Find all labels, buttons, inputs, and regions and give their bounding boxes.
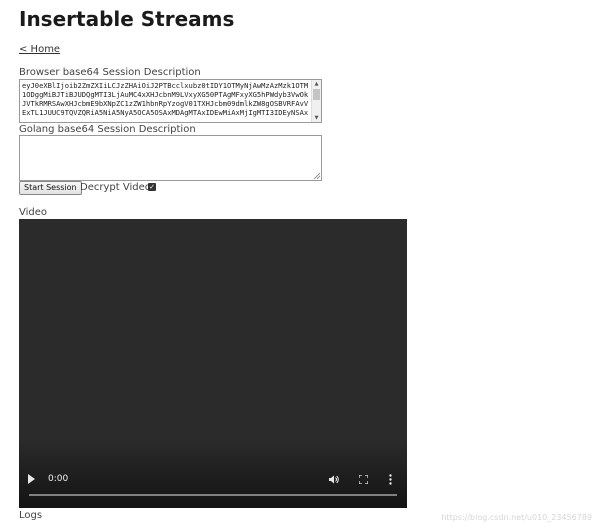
scroll-thumb[interactable] bbox=[313, 89, 320, 100]
play-icon[interactable] bbox=[28, 474, 35, 484]
check-icon: ✓ bbox=[149, 183, 155, 191]
decrypt-video-checkbox[interactable]: ✓ bbox=[148, 183, 156, 191]
golang-sdp-text bbox=[22, 137, 309, 173]
home-link[interactable]: < Home bbox=[19, 44, 60, 56]
page-title: Insertable Streams bbox=[19, 7, 235, 31]
video-controls-gradient bbox=[19, 438, 407, 508]
fullscreen-icon[interactable] bbox=[359, 475, 368, 484]
resize-grip-icon[interactable] bbox=[314, 173, 320, 179]
browser-sdp-textarea[interactable]: eyJ0eXBlIjoib2ZmZXIiLCJzZHAiOiJ2PTBcclxu… bbox=[19, 79, 322, 123]
start-session-button[interactable]: Start Session bbox=[19, 181, 82, 195]
browser-sdp-scrollbar[interactable]: ▲ ▼ bbox=[311, 80, 321, 122]
watermark: https://blog.csdn.net/u010_23456789 bbox=[441, 513, 592, 522]
golang-sdp-textarea[interactable] bbox=[19, 135, 322, 181]
scroll-up-icon[interactable]: ▲ bbox=[312, 80, 321, 88]
video-progress-bar[interactable] bbox=[29, 494, 397, 496]
decrypt-video-label: Decrypt Video bbox=[80, 182, 151, 193]
video-label: Video bbox=[19, 207, 48, 218]
browser-sdp-label: Browser base64 Session Description bbox=[19, 67, 201, 78]
more-options-icon[interactable] bbox=[389, 474, 392, 485]
video-player[interactable]: 0:00 bbox=[19, 219, 407, 508]
browser-sdp-text: eyJ0eXBlIjoib2ZmZXIiLCJzZHAiOiJ2PTBcclxu… bbox=[22, 81, 309, 117]
logs-label: Logs bbox=[19, 510, 43, 521]
scroll-down-icon[interactable]: ▼ bbox=[312, 114, 321, 122]
volume-icon[interactable] bbox=[329, 475, 339, 484]
video-time: 0:00 bbox=[48, 474, 69, 484]
